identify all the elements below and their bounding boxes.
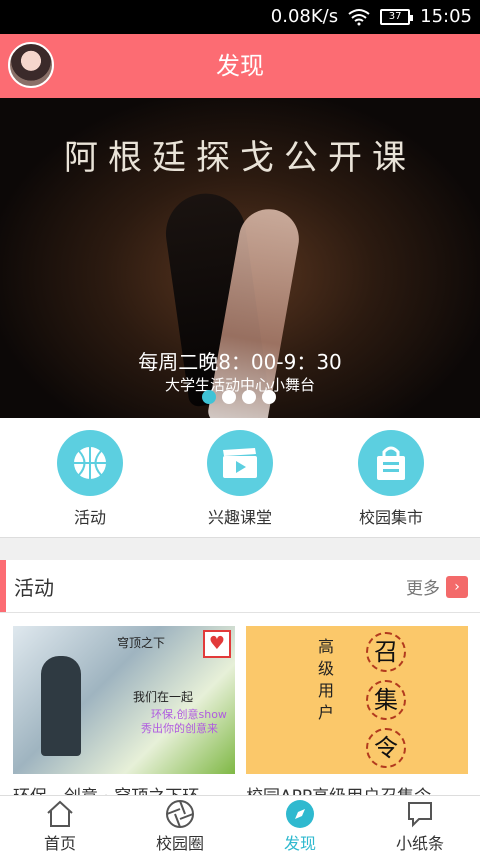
banner-carousel[interactable]: 阿根廷探戈公开课 每周二晚8：00-9：30 大学生活动中心小舞台: [0, 98, 480, 418]
tab-label: 小纸条: [395, 834, 444, 853]
carousel-dot[interactable]: [242, 390, 256, 404]
activity-section: 活动 更多 › 穹顶之下 我们在一起 环保,创意show 秀出你的创意来 ♥ 环…: [0, 560, 480, 807]
battery-level: 37: [388, 11, 402, 22]
status-right: 0.08K/s 37 15:05: [271, 6, 472, 27]
carousel-dot[interactable]: [262, 390, 276, 404]
quick-link-class[interactable]: 兴趣课堂: [180, 430, 300, 528]
quick-link-label: 校园集市: [358, 508, 423, 527]
compass-icon: [284, 798, 316, 830]
clapperboard-icon: [207, 430, 273, 496]
battery-icon: 37: [380, 8, 414, 25]
more-label: 更多: [406, 579, 440, 599]
chat-bubble-icon: [404, 798, 436, 830]
banner-title: 阿根廷探戈公开课: [64, 138, 416, 178]
quick-link-activity[interactable]: 活动: [30, 430, 150, 528]
gasmask-figure: [41, 656, 81, 756]
divider: [0, 612, 480, 613]
quick-link-label: 活动: [73, 508, 106, 527]
quick-links: 活动 兴趣课堂 校园集市: [0, 418, 480, 538]
banner-schedule: 每周二晚8：00-9：30: [138, 350, 342, 374]
card-art-text: 秀出你的创意来: [141, 722, 218, 735]
aperture-icon: [164, 798, 196, 830]
tab-campus-circle[interactable]: 校园圈: [120, 796, 240, 854]
carousel-dot[interactable]: [222, 390, 236, 404]
app-header: 发现: [0, 34, 480, 98]
clock: 15:05: [420, 6, 472, 27]
tab-label: 首页: [43, 834, 76, 853]
card-art-text: 集: [366, 680, 406, 720]
card-art-text: 令: [366, 728, 406, 768]
heart-logo-icon: ♥: [203, 630, 231, 658]
tab-notes[interactable]: 小纸条: [360, 796, 480, 854]
activity-card-image[interactable]: 穹顶之下 我们在一起 环保,创意show 秀出你的创意来 ♥: [13, 626, 235, 774]
tab-label: 校园圈: [155, 834, 204, 853]
card-art-text: 召: [366, 632, 406, 672]
tab-home[interactable]: 首页: [0, 796, 120, 854]
tab-discover[interactable]: 发现: [240, 796, 360, 854]
quick-link-label: 兴趣课堂: [207, 508, 272, 527]
page-title: 发现: [216, 52, 264, 80]
bottom-tab-bar: 首页 校园圈 发现 小纸条: [0, 795, 480, 854]
carousel-dot[interactable]: [202, 390, 216, 404]
avatar[interactable]: [8, 42, 54, 88]
more-link[interactable]: 更多 ›: [406, 574, 468, 599]
quick-link-market[interactable]: 校园集市: [331, 430, 451, 528]
basketball-icon: [57, 430, 123, 496]
card-art-text: 我们在一起: [133, 690, 194, 704]
carousel-indicator: [202, 390, 276, 404]
activity-card-image[interactable]: 高级用户 召 集 令: [246, 626, 468, 774]
home-icon: [44, 798, 76, 830]
tab-label: 发现: [283, 834, 316, 853]
section-accent-bar: [0, 560, 6, 612]
shopping-bag-icon: [358, 430, 424, 496]
card-art-text: 高级用户: [318, 637, 335, 722]
card-art-text: 穹顶之下: [117, 636, 166, 650]
section-title: 活动: [14, 576, 54, 600]
chevron-right-icon: ›: [446, 575, 468, 598]
network-speed: 0.08K/s: [270, 6, 339, 27]
status-bar: 0.08K/s 37 15:05: [0, 0, 480, 34]
wifi-icon: [348, 8, 370, 25]
